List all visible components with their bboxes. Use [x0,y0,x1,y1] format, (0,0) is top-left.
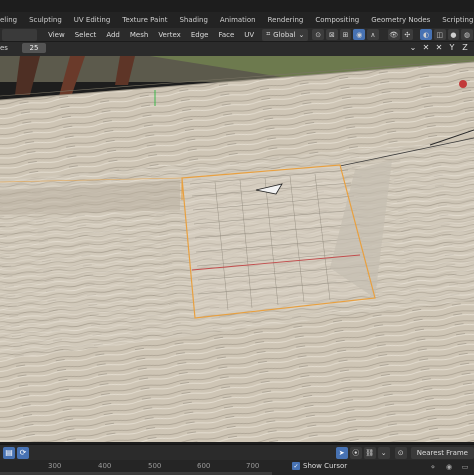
sync-icon[interactable]: ⟳ [17,446,29,459]
snap-mode-label: Nearest Frame [416,449,468,457]
menu-add[interactable]: Add [101,31,125,39]
dropdown-chevron-icon[interactable]: ⌄ [377,447,390,459]
menu-uv[interactable]: UV [239,31,259,39]
tab-geometry-nodes[interactable]: Geometry Nodes [365,13,436,27]
ruler-tick: 500 [148,462,162,470]
falloff-icon[interactable]: ∧ [367,29,379,40]
snap-icon[interactable]: ⊠ [326,29,338,40]
ruler-tick: 700 [246,462,260,470]
show-cursor-label: Show Cursor [303,462,348,470]
key-icon[interactable]: ⋄ [428,462,438,472]
timeline-header-right: ➤ ⦿ ⛓ ⌄ ⊙ Nearest Frame [334,447,474,459]
pivot-icon[interactable]: ⊙ [312,29,325,40]
menu-vertex[interactable]: Vertex [153,31,186,39]
chevron-icon[interactable]: ⌄ [408,42,418,52]
tab-animation[interactable]: Animation [214,13,262,27]
shading-material-icon[interactable]: ◍ [461,29,473,40]
ruler-tick: 400 [98,462,112,470]
visibility-icon[interactable]: 👁 [387,29,400,40]
record-icon[interactable]: ◉ [444,462,454,472]
transform-orientation-dropdown[interactable]: ⌗ Global ⌄ [262,28,309,41]
workspace-tabs: eling Sculpting UV Editing Texture Paint… [0,12,474,28]
tab-compositing[interactable]: Compositing [309,13,365,27]
x-icon[interactable]: ✕ [421,42,431,52]
filter-icon[interactable]: ▭ [460,462,470,472]
overlay-icon[interactable]: ◐ [420,29,432,40]
snap-mode-dropdown[interactable]: Nearest Frame [410,447,474,459]
checkbox-checked-icon[interactable]: ✓ [292,462,300,470]
menu-select[interactable]: Select [70,31,102,39]
show-cursor-toggle[interactable]: ✓ Show Cursor [292,462,347,470]
tab-uv-editing[interactable]: UV Editing [68,13,117,27]
transform-orientation-label: Global [273,30,296,39]
menu-face[interactable]: Face [213,31,239,39]
menu-view[interactable]: View [43,31,70,39]
z-icon[interactable]: Z [460,42,470,52]
tab-scripting[interactable]: Scripting [436,13,474,27]
snap-frame-icon[interactable]: ⊙ [394,447,407,459]
y-icon[interactable]: Y [447,42,457,52]
editor-type-dropdown[interactable] [2,28,38,41]
proportional-edit-icon[interactable]: ◉ [353,29,366,40]
xray-icon[interactable]: ◫ [433,29,446,40]
3d-viewport[interactable] [0,42,474,442]
select-tool-icon[interactable]: ➤ [335,447,348,459]
frame-label: es [0,44,8,52]
ruler-tick: 300 [48,462,62,470]
menu-edge[interactable]: Edge [186,31,214,39]
pin-icon[interactable]: ⦿ [349,447,362,459]
x-icon[interactable]: ✕ [434,42,444,52]
tab-modeling[interactable]: eling [0,13,23,27]
link-icon[interactable]: ⛓ [363,447,376,459]
chevron-down-icon: ⌄ [298,30,305,39]
frame-field[interactable]: 25 [22,43,46,53]
tab-rendering[interactable]: Rendering [262,13,310,27]
orientation-icon: ⌗ [266,30,271,38]
viewport-header: View Select Add Mesh Vertex Edge Face UV… [0,28,474,42]
shading-solid-icon[interactable]: ● [447,29,460,40]
timeline-header: ▤ ⟳ ➤ ⦿ ⛓ ⌄ ⊙ Nearest Frame [0,444,474,460]
tab-texture-paint[interactable]: Texture Paint [116,13,173,27]
tab-sculpting[interactable]: Sculpting [23,13,68,27]
timeline-ruler[interactable]: 300 400 500 600 700 ✓ Show Cursor ⋄ ◉ ▭ [0,460,474,475]
editor-type-icon[interactable]: ▤ [3,446,15,459]
ruler-right-icons: ⋄ ◉ ▭ [422,462,470,472]
viewport-panel-row: es 25 ⌄ ✕ ✕ Y Z [0,42,474,54]
menu-mesh[interactable]: Mesh [125,31,153,39]
x-axis-marker [459,80,467,88]
snap-target-icon[interactable]: ⊞ [339,29,352,40]
tab-shading[interactable]: Shading [173,13,213,27]
mirror-axis-icons: ⌄ ✕ ✕ Y Z [405,42,470,52]
viewport-canvas[interactable] [0,42,474,442]
ruler-tick: 600 [197,462,211,470]
gizmo-icon[interactable]: ✣ [401,29,414,40]
